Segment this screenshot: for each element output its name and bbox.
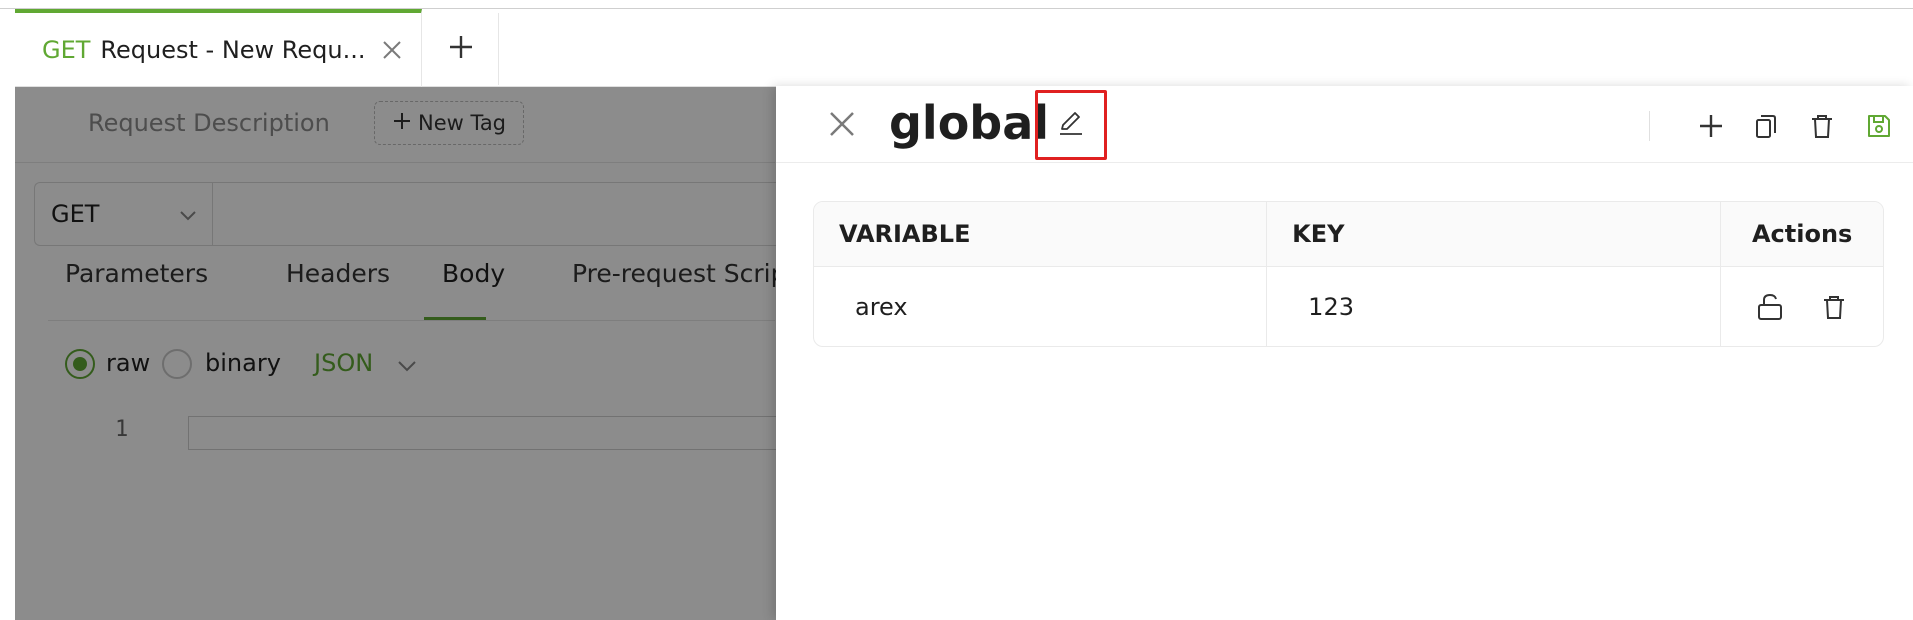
- delete-icon[interactable]: [1802, 106, 1842, 146]
- tab-method: GET: [42, 36, 91, 64]
- add-variable-icon[interactable]: [1691, 106, 1731, 146]
- add-tab-button[interactable]: [424, 13, 499, 85]
- tab-bar: GET Request - New Requ...: [15, 9, 1913, 87]
- column-header-key: KEY: [1267, 202, 1722, 266]
- plus-icon: [447, 33, 475, 65]
- edit-icon: [1056, 108, 1086, 142]
- save-icon[interactable]: [1859, 106, 1899, 146]
- tab-title: Request - New Requ...: [100, 36, 366, 64]
- unlock-icon[interactable]: [1752, 289, 1788, 325]
- environment-name: global: [889, 96, 1050, 150]
- close-drawer-icon[interactable]: [826, 108, 858, 140]
- variable-cell[interactable]: arex: [814, 267, 1268, 346]
- column-header-variable: VARIABLE: [814, 202, 1268, 266]
- edit-name-button[interactable]: [1035, 90, 1107, 160]
- drawer-mask[interactable]: [15, 87, 776, 620]
- header-separator: [1649, 111, 1650, 141]
- actions-cell: [1721, 267, 1883, 346]
- delete-row-icon[interactable]: [1816, 289, 1852, 325]
- environment-drawer: global VARIABLE KEY Actions arex 123: [776, 86, 1913, 620]
- key-cell[interactable]: 123: [1267, 267, 1722, 346]
- column-header-actions: Actions: [1751, 220, 1853, 248]
- copy-icon[interactable]: [1746, 106, 1786, 146]
- table-header: VARIABLE KEY Actions: [814, 202, 1883, 267]
- top-strip: [0, 0, 1913, 9]
- table-row: arex 123: [814, 267, 1883, 346]
- variables-table: VARIABLE KEY Actions arex 123: [813, 201, 1884, 347]
- drawer-header: global: [776, 86, 1913, 163]
- close-tab-icon[interactable]: [379, 37, 405, 63]
- request-tab[interactable]: GET Request - New Requ...: [15, 9, 422, 87]
- app-window: GET Request - New Requ... Request Descri…: [0, 0, 1913, 620]
